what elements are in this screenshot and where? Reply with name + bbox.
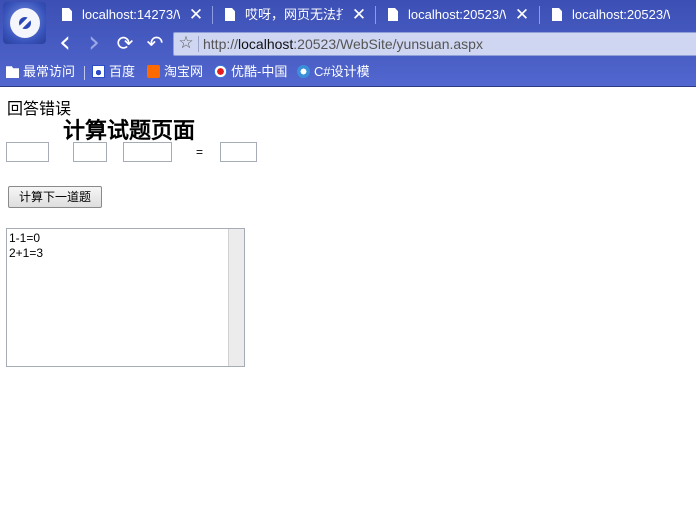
- equals-label: =: [196, 145, 204, 159]
- page-icon: [62, 8, 72, 21]
- forward-icon[interactable]: ›: [81, 28, 107, 58]
- folder-icon: [6, 66, 19, 78]
- tab-3-close-icon[interactable]: ✕: [514, 3, 530, 27]
- page-icon: [552, 8, 562, 21]
- tab-2-label: 哎呀，网页无法打开: [245, 7, 343, 22]
- page-title: 计算试题页面: [63, 118, 196, 144]
- bookmark-csharp[interactable]: C#设计模: [297, 62, 370, 82]
- address-bar[interactable]: ☆ http://localhost:20523/WebSite/yunsuan…: [173, 32, 696, 56]
- tab-1-close-icon[interactable]: ✕: [188, 3, 204, 27]
- tab-3[interactable]: localhost:20523/WebSite/ ✕: [378, 3, 538, 27]
- history-textarea[interactable]: 1-1=0 2+1=3: [6, 228, 245, 367]
- history-line: 2+1=3: [9, 246, 44, 260]
- bookmarks-bar: 最常访问 百度 淘宝网 优酷-中国 C#设计模: [0, 58, 696, 86]
- page-icon: [225, 8, 235, 21]
- next-question-button[interactable]: 计算下一道题: [8, 186, 102, 208]
- bookmark-baidu[interactable]: 百度: [92, 62, 135, 82]
- answer-input[interactable]: [220, 142, 257, 162]
- browser-logo-icon[interactable]: [3, 2, 46, 44]
- youku-icon: [214, 65, 227, 78]
- bookmark-taobao[interactable]: 淘宝网: [147, 62, 203, 82]
- baidu-icon: [92, 65, 105, 78]
- result-message: 回答错误: [7, 99, 72, 118]
- bookmark-most-visited[interactable]: 最常访问: [6, 62, 75, 82]
- operand2-input[interactable]: [123, 142, 172, 162]
- tab-3-label: localhost:20523/WebSite/: [408, 7, 506, 22]
- tab-1[interactable]: localhost:14273/WebSite/ ✕: [52, 3, 212, 27]
- history-scrollbar[interactable]: [228, 229, 244, 366]
- tab-1-label: localhost:14273/WebSite/: [82, 7, 180, 22]
- page-content: 回答错误 计算试题页面 = 计算下一道题 1-1=0 2+1=3: [0, 87, 696, 517]
- operand1-input[interactable]: [6, 142, 49, 162]
- csharp-site-icon: [297, 65, 310, 78]
- history-line: 1-1=0: [9, 231, 41, 245]
- tab-4[interactable]: localhost:20523/WebSite/: [542, 3, 696, 27]
- bookmark-star-icon[interactable]: ☆: [176, 32, 196, 54]
- tab-4-label: localhost:20523/WebSite/: [572, 7, 670, 22]
- page-icon: [388, 8, 398, 21]
- tab-2[interactable]: 哎呀，网页无法打开 ✕: [215, 3, 375, 27]
- taobao-icon: [147, 65, 160, 78]
- address-url[interactable]: http://localhost:20523/WebSite/yunsuan.a…: [203, 33, 483, 55]
- tab-2-close-icon[interactable]: ✕: [351, 3, 367, 27]
- bookmark-youku[interactable]: 优酷-中国: [214, 62, 287, 82]
- back-icon[interactable]: ‹: [52, 28, 78, 58]
- refresh-icon[interactable]: ⟳: [112, 30, 138, 56]
- undo-icon[interactable]: ↶: [142, 30, 168, 56]
- browser-chrome: localhost:14273/WebSite/ ✕ 哎呀，网页无法打开 ✕ l…: [0, 0, 696, 86]
- operator-input[interactable]: [73, 142, 107, 162]
- navigation-bar: ‹ › ⟳ ↶ ☆ http://localhost:20523/WebSite…: [46, 28, 696, 58]
